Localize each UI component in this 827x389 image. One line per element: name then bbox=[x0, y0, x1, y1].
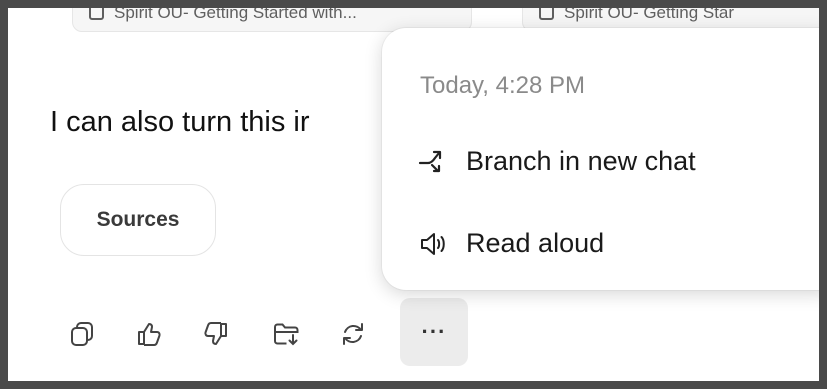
thumbs-up-icon bbox=[138, 323, 161, 346]
message-text: I can also turn this ir bbox=[50, 106, 310, 138]
more-options-button[interactable]: ··· bbox=[400, 298, 468, 366]
thumbs-down-button[interactable] bbox=[194, 312, 238, 356]
menu-item-label: Branch in new chat bbox=[466, 146, 696, 176]
branch-icon bbox=[418, 147, 448, 177]
source-chip-title: Spirit OU- Getting Star bbox=[564, 3, 735, 22]
save-to-folder-button[interactable] bbox=[264, 312, 308, 356]
more-icon: ··· bbox=[421, 319, 447, 344]
speaker-icon bbox=[418, 229, 448, 259]
chat-message-area: Spirit OU- Getting Started with... Spiri… bbox=[8, 8, 819, 381]
regenerate-icon bbox=[343, 323, 363, 345]
document-icon bbox=[539, 8, 554, 20]
thumbs-up-button[interactable] bbox=[127, 312, 171, 356]
message-options-menu: Today, 4:28 PM Branch in new chat Read a… bbox=[382, 28, 819, 290]
copy-button[interactable] bbox=[60, 312, 104, 356]
menu-item-label: Read aloud bbox=[466, 228, 605, 258]
sources-button[interactable]: Sources bbox=[60, 184, 216, 256]
copy-icon bbox=[71, 322, 93, 346]
save-to-folder-icon bbox=[274, 323, 299, 346]
thumbs-down-icon bbox=[204, 322, 227, 345]
read-aloud-menu-item[interactable]: Read aloud bbox=[418, 228, 604, 259]
message-timestamp: Today, 4:28 PM bbox=[420, 72, 585, 99]
regenerate-button[interactable] bbox=[331, 312, 375, 356]
document-icon bbox=[89, 8, 104, 20]
branch-in-new-chat-menu-item[interactable]: Branch in new chat bbox=[418, 146, 696, 177]
screenshot-frame: Spirit OU- Getting Started with... Spiri… bbox=[0, 0, 827, 389]
source-chip-title: Spirit OU- Getting Started with... bbox=[114, 3, 357, 22]
